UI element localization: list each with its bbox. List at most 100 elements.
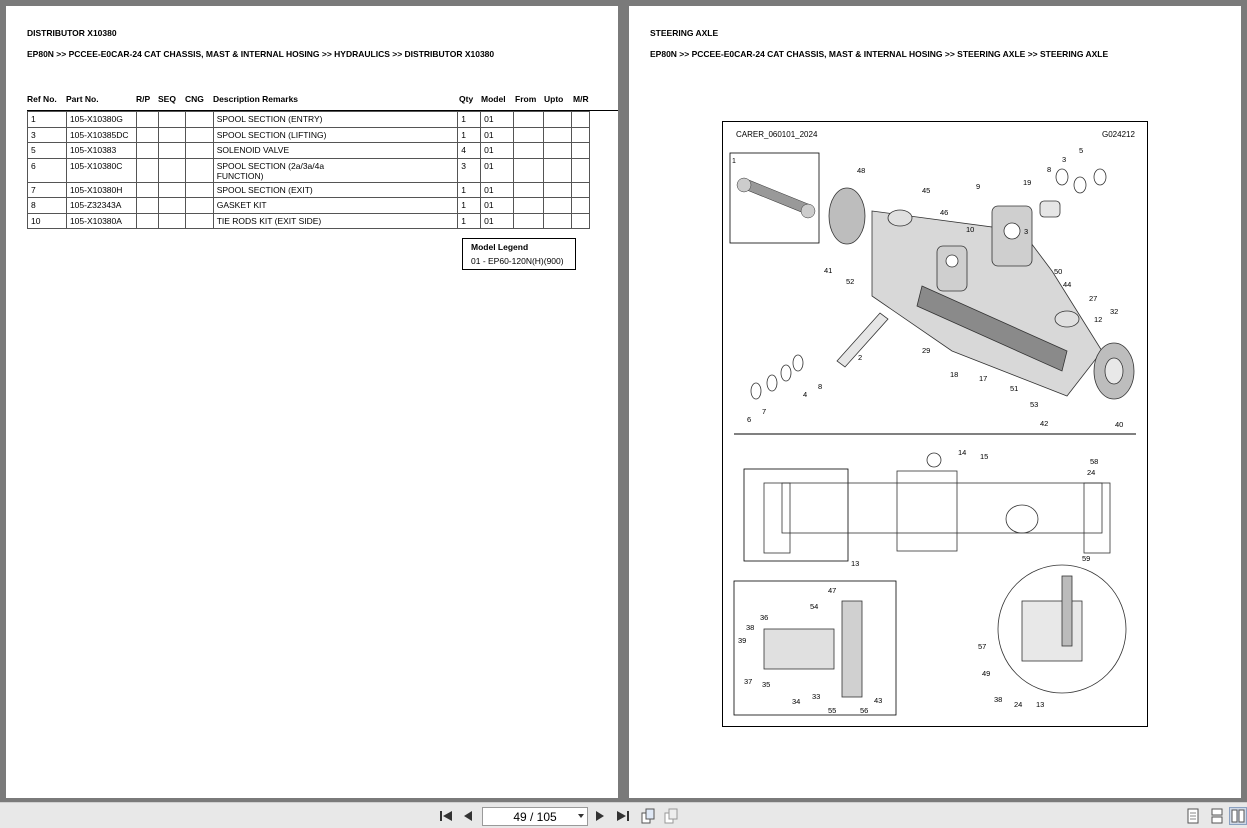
top-callout: 8 bbox=[1047, 165, 1051, 174]
cell-ref: 1 bbox=[27, 111, 67, 128]
col-seq: SEQ bbox=[158, 94, 176, 104]
col-rp: R/P bbox=[136, 94, 151, 104]
top-callout: 4 bbox=[803, 390, 807, 399]
bottom-callout: 38 bbox=[994, 695, 1002, 704]
single-page-icon[interactable] bbox=[1184, 807, 1202, 825]
top-callout: 17 bbox=[979, 374, 987, 383]
cell-model: 01 bbox=[480, 197, 515, 214]
top-callout: 29 bbox=[922, 346, 930, 355]
cell-ref: 10 bbox=[27, 212, 67, 229]
cell-model: 01 bbox=[480, 126, 515, 143]
cell-qty: 1 bbox=[457, 126, 482, 143]
top-callout: 42 bbox=[1040, 419, 1048, 428]
prev-page-icon[interactable] bbox=[459, 807, 477, 825]
top-callout: 46 bbox=[940, 208, 948, 217]
cell-part: 105-X10380H bbox=[65, 181, 137, 198]
top-callout: 32 bbox=[1110, 307, 1118, 316]
bottom-callout: 56 bbox=[860, 706, 868, 715]
col-qty: Qty bbox=[459, 94, 474, 104]
cell-desc: TIE RODS KIT (EXIT SIDE) bbox=[212, 212, 459, 229]
top-callout: 27 bbox=[1089, 294, 1097, 303]
continuous-page-icon[interactable] bbox=[1208, 807, 1226, 825]
bottom-callout: 15 bbox=[980, 452, 988, 461]
cell-part: 105-X10383 bbox=[65, 142, 137, 159]
cell-qty: 1 bbox=[457, 111, 482, 128]
table-row[interactable]: 10 105-X10380A TIE RODS KIT (EXIT SIDE) … bbox=[27, 212, 591, 229]
left-page: DISTRIBUTOR X10380 EP80N >> PCCEE-E0CAR-… bbox=[6, 6, 618, 798]
top-callout: 7 bbox=[762, 407, 766, 416]
bottom-callout: 34 bbox=[792, 697, 800, 706]
bottom-callout: 24 bbox=[1014, 700, 1022, 709]
next-page-icon[interactable] bbox=[591, 807, 609, 825]
col-part: Part No. bbox=[66, 94, 99, 104]
col-mr: M/R bbox=[573, 94, 589, 104]
model-legend: Model Legend 01 - EP60-120N(H)(900) bbox=[462, 238, 576, 270]
top-callout: 2 bbox=[858, 353, 862, 362]
top-callout: 3 bbox=[1024, 227, 1028, 236]
cell-qty: 3 bbox=[457, 157, 482, 183]
cell-desc: GASKET KIT bbox=[212, 197, 459, 214]
table-row[interactable]: 7 105-X10380H SPOOL SECTION (EXIT) 1 01 bbox=[27, 181, 591, 198]
bottom-callout: 49 bbox=[982, 669, 990, 678]
bottom-callout: 54 bbox=[810, 602, 818, 611]
bottom-callout: 33 bbox=[812, 692, 820, 701]
top-callout: 9 bbox=[976, 182, 980, 191]
bottom-callout: 55 bbox=[828, 706, 836, 715]
cell-qty: 1 bbox=[457, 212, 482, 229]
top-callout: 40 bbox=[1115, 420, 1123, 429]
cell-model: 01 bbox=[480, 111, 515, 128]
top-callout: 5 bbox=[1079, 146, 1083, 155]
table-row[interactable]: 6 105-X10380C SPOOL SECTION (2a/3a/4a FUN… bbox=[27, 157, 591, 183]
top-callout: 48 bbox=[857, 166, 865, 175]
bottom-callout: 24 bbox=[1087, 468, 1095, 477]
page-indicator: 49 / 105 bbox=[513, 809, 557, 824]
bottom-callout: 39 bbox=[738, 636, 746, 645]
table-row[interactable]: 3 105-X10385DC SPOOL SECTION (LIFTING) 1… bbox=[27, 126, 591, 143]
cell-desc: SPOOL SECTION (ENTRY) bbox=[212, 111, 459, 128]
table-row[interactable]: 5 105-X10383 SOLENOID VALVE 4 01 bbox=[27, 142, 591, 159]
two-page-icon[interactable] bbox=[1229, 807, 1247, 825]
top-callout: 41 bbox=[824, 266, 832, 275]
fit-icon[interactable] bbox=[662, 807, 680, 825]
cell-ref: 7 bbox=[27, 181, 67, 198]
top-callout: 44 bbox=[1063, 280, 1071, 289]
last-page-icon[interactable] bbox=[614, 807, 632, 825]
breadcrumb: EP80N >> PCCEE-E0CAR-24 CAT CHASSIS, MAS… bbox=[650, 49, 1109, 59]
bottom-callout: 47 bbox=[828, 586, 836, 595]
cell-desc: SPOOL SECTION (LIFTING) bbox=[212, 126, 459, 143]
rotate-icon[interactable] bbox=[639, 807, 657, 825]
cell-ref: 3 bbox=[27, 126, 67, 143]
bottom-callout: 36 bbox=[760, 613, 768, 622]
top-callout: 18 bbox=[950, 370, 958, 379]
legend-entry: 01 - EP60-120N(H)(900) bbox=[471, 256, 564, 266]
table-row[interactable]: 8 105-Z32343A GASKET KIT 1 01 bbox=[27, 197, 591, 214]
page-number-select[interactable]: 49 / 105 bbox=[482, 807, 588, 826]
top-callout: 8 bbox=[818, 382, 822, 391]
cell-part: 105-Z32343A bbox=[65, 197, 137, 214]
col-model: Model bbox=[481, 94, 506, 104]
bottom-callout: 13 bbox=[1036, 700, 1044, 709]
col-cng: CNG bbox=[185, 94, 204, 104]
cell-ref: 8 bbox=[27, 197, 67, 214]
top-callout: 19 bbox=[1023, 178, 1031, 187]
cell-desc: SPOOL SECTION (2a/3a/4a FUNCTION) bbox=[212, 157, 459, 183]
desc-line-2: FUNCTION) bbox=[216, 170, 264, 181]
cell-desc: SOLENOID VALVE bbox=[212, 142, 459, 159]
cell-qty: 1 bbox=[457, 181, 482, 198]
col-desc: Description Remarks bbox=[213, 94, 299, 104]
cell-qty: 1 bbox=[457, 197, 482, 214]
steering-axle-diagram: CARER_060101_2024 G024212 1 4845469 1983… bbox=[722, 121, 1148, 727]
viewer-toolbar: 49 / 105 bbox=[0, 802, 1247, 828]
first-page-icon[interactable] bbox=[437, 807, 455, 825]
table-row[interactable]: 1 105-X10380G SPOOL SECTION (ENTRY) 1 01 bbox=[27, 111, 591, 128]
bottom-callout: 37 bbox=[744, 677, 752, 686]
bottom-callout: 35 bbox=[762, 680, 770, 689]
page-title: DISTRIBUTOR X10380 bbox=[27, 28, 117, 38]
bottom-callout: 38 bbox=[746, 623, 754, 632]
bottom-callout: 14 bbox=[958, 448, 966, 457]
cell-desc: SPOOL SECTION (EXIT) bbox=[212, 181, 459, 198]
legend-title: Model Legend bbox=[471, 242, 529, 252]
top-callout: 6 bbox=[747, 415, 751, 424]
chevron-down-icon bbox=[578, 814, 584, 818]
breadcrumb: EP80N >> PCCEE-E0CAR-24 CAT CHASSIS, MAS… bbox=[27, 49, 495, 59]
